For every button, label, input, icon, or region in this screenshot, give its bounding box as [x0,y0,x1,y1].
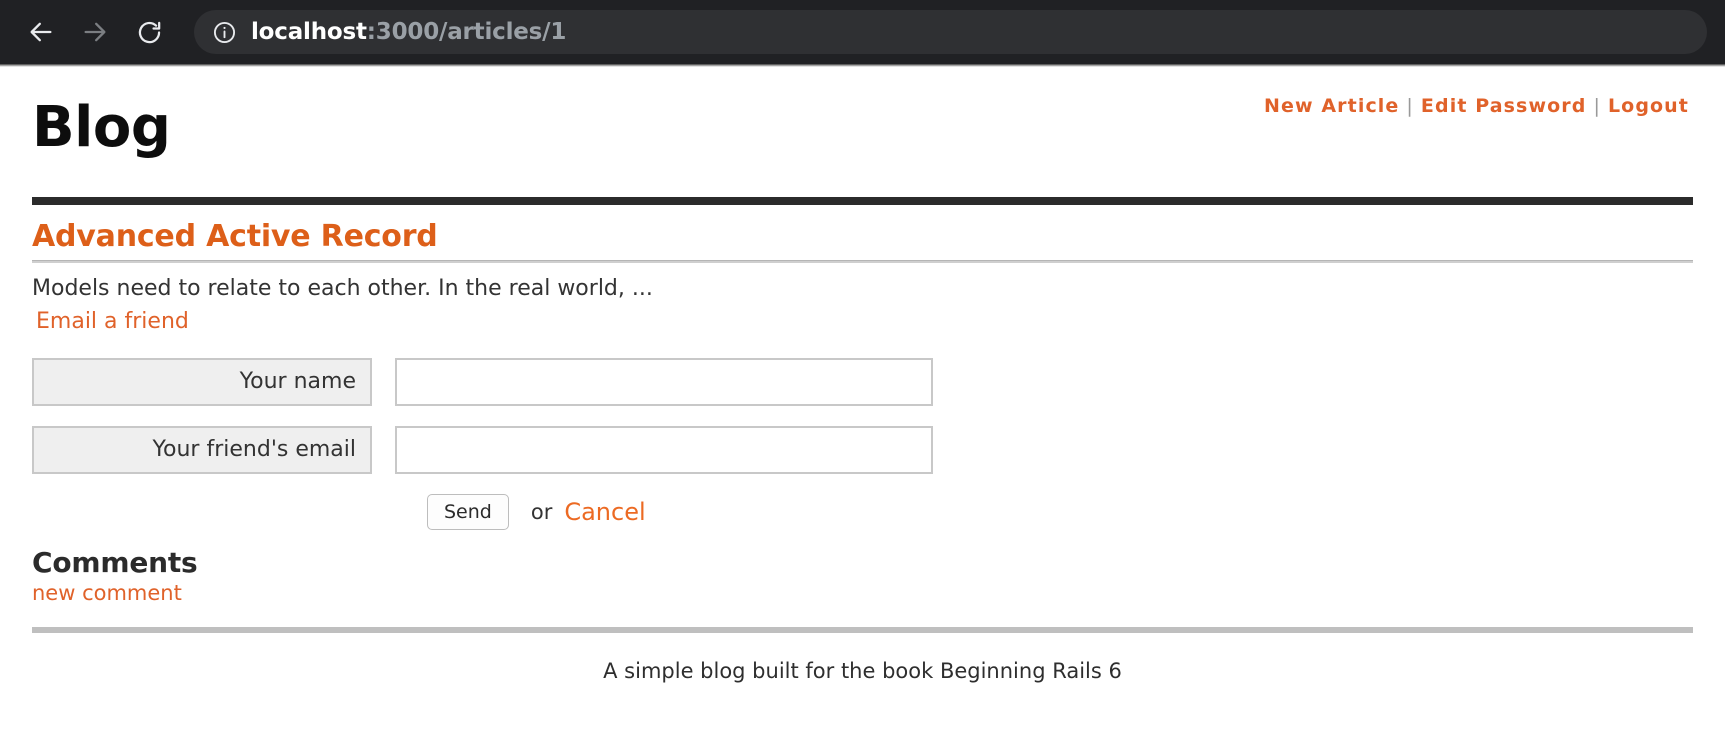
info-circle-icon[interactable] [212,20,237,45]
nav-link-edit-password[interactable]: Edit Password [1421,95,1587,117]
url-path: :3000/articles/1 [366,19,567,45]
form-row-email: Your friend's email [32,425,1693,474]
article-section: Advanced Active Record Models need to re… [32,205,1693,334]
page-content: Blog New Article | Edit Password | Logout Ad… [0,67,1725,753]
url-host: localhost [251,19,367,45]
article-title: Advanced Active Record [32,219,438,254]
nav-link-new-article[interactable]: New Article [1264,95,1399,117]
comments-heading: Comments [32,545,198,579]
reload-button[interactable] [126,9,172,55]
comments-section: Comments new comment [32,546,1693,605]
cancel-link[interactable]: Cancel [564,498,645,526]
article-body: Models need to relate to each other. In … [32,276,653,301]
email-a-friend-row: Email a friend [32,309,1693,334]
article-title-divider [32,260,1693,263]
form-actions: Send or Cancel [32,493,1693,530]
email-friend-form: Your name Your friend's email Send or Ca… [32,357,1693,530]
site-header: Blog New Article | Edit Password | Logout [32,67,1693,197]
back-arrow-icon [27,18,55,46]
back-button[interactable] [18,9,64,55]
footer-text: A simple blog built for the book Beginni… [603,658,1122,683]
your-name-label: Your name [32,357,372,406]
nav-separator-2: | [1593,95,1601,117]
friend-email-label: Your friend's email [32,425,372,474]
new-comment-link[interactable]: new comment [32,581,182,605]
friend-email-input[interactable] [395,425,933,474]
your-name-input[interactable] [395,357,933,406]
top-navigation: New Article | Edit Password | Logout [1264,95,1689,117]
forward-button[interactable] [72,9,118,55]
form-row-name: Your name [32,357,1693,406]
header-divider [32,197,1693,205]
address-bar-url: localhost:3000/articles/1 [251,19,566,45]
or-text: or [530,499,553,524]
address-bar[interactable]: localhost:3000/articles/1 [194,10,1707,54]
nav-separator-1: | [1406,95,1414,117]
nav-link-logout[interactable]: Logout [1608,95,1689,117]
reload-icon [136,19,163,46]
email-a-friend-link[interactable]: Email a friend [36,309,189,334]
send-button[interactable]: Send [427,493,509,530]
forward-arrow-icon [81,18,109,46]
browser-toolbar: localhost:3000/articles/1 [0,0,1725,64]
